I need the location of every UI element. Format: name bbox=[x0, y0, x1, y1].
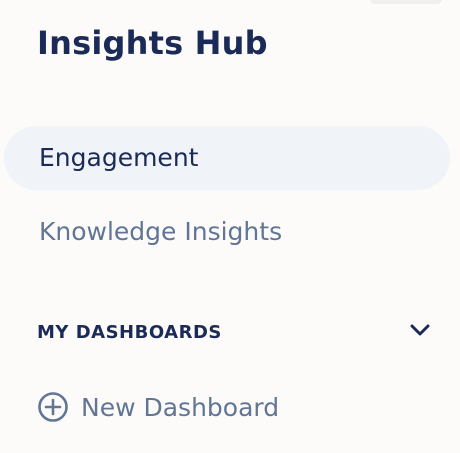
section-label: MY DASHBOARDS bbox=[37, 321, 222, 343]
my-dashboards-section-header[interactable]: MY DASHBOARDS bbox=[4, 311, 444, 353]
nav-item-label: Knowledge Insights bbox=[39, 217, 283, 246]
app-title: Insights Hub bbox=[37, 24, 268, 62]
new-dashboard-button[interactable]: New Dashboard bbox=[37, 385, 279, 429]
nav-item-knowledge-insights[interactable]: Knowledge Insights bbox=[4, 200, 450, 264]
chevron-down-icon[interactable] bbox=[410, 323, 430, 337]
plus-circle-icon bbox=[38, 392, 68, 422]
new-dashboard-label: New Dashboard bbox=[81, 392, 280, 422]
top-edge-decoration bbox=[370, 0, 442, 4]
nav-item-engagement[interactable]: Engagement bbox=[4, 126, 450, 190]
sidebar: Insights Hub Engagement Knowledge Insigh… bbox=[0, 0, 460, 453]
nav-item-label: Engagement bbox=[39, 143, 199, 172]
